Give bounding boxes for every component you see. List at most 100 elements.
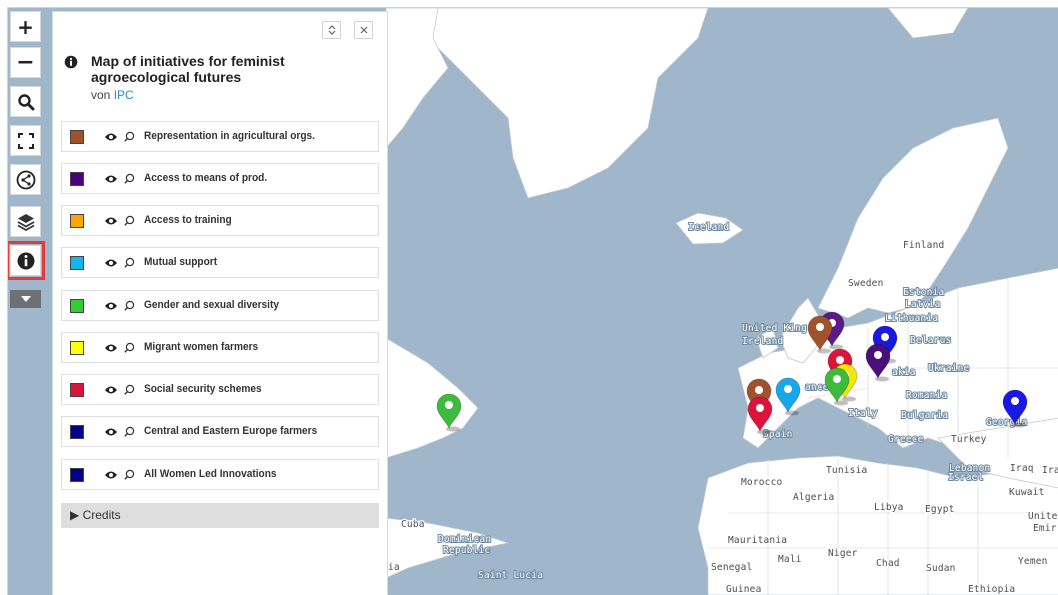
map-label-mauritania: Mauritania — [728, 535, 787, 546]
map-label-tunisia: Tunisia — [826, 465, 867, 476]
layer-label: All Women Led Innovations — [144, 468, 277, 480]
map-label-estonia: Estonia — [903, 287, 944, 298]
map-label-niger: Niger — [828, 548, 858, 559]
share-button[interactable] — [10, 164, 41, 195]
map-label-italy: Italy — [848, 408, 878, 419]
eye-icon[interactable] — [104, 426, 118, 438]
layer-row[interactable]: Social security schemes — [61, 374, 379, 405]
eye-icon[interactable] — [104, 131, 118, 143]
layer-row[interactable]: All Women Led Innovations — [61, 459, 379, 490]
zoom-to-layer-icon[interactable] — [124, 300, 135, 311]
layer-label: Migrant women farmers — [144, 341, 259, 353]
map-label-dominican-2: Republic — [443, 545, 490, 556]
layer-label: Central and Eastern Europe farmers — [144, 425, 318, 437]
zoom-to-layer-icon[interactable] — [124, 215, 135, 226]
panel-close-button[interactable] — [354, 21, 373, 39]
map-label-israel: Israel — [948, 472, 984, 483]
map-label-cuba: Cuba — [401, 519, 425, 530]
layer-row[interactable]: Central and Eastern Europe farmers — [61, 416, 379, 447]
search-icon — [17, 93, 34, 110]
layer-row[interactable]: Migrant women farmers — [61, 332, 379, 363]
eye-icon[interactable] — [104, 342, 118, 354]
layer-color-swatch — [70, 130, 84, 144]
more-controls-button[interactable] — [10, 290, 41, 308]
caret-down-icon — [20, 296, 31, 302]
layer-row[interactable]: Mutual support — [61, 247, 379, 278]
layer-label: Social security schemes — [144, 383, 262, 395]
map-label-kuwait: Kuwait — [1009, 487, 1045, 498]
credits-label: Credits — [82, 508, 121, 522]
map-label-morocco: Morocco — [741, 477, 783, 488]
layers-icon — [17, 213, 34, 231]
layer-row[interactable]: Access to training — [61, 205, 379, 236]
layer-color-swatch — [70, 341, 84, 355]
byline-prefix: von — [91, 88, 111, 102]
fullscreen-button[interactable] — [10, 125, 41, 156]
info-button[interactable] — [8, 241, 45, 280]
map-label-ukraine: Ukraine — [928, 363, 970, 374]
credits-toggle[interactable]: ▶ Credits — [61, 503, 379, 528]
map-label-algeria: Algeria — [793, 492, 834, 503]
zoom-to-layer-icon[interactable] — [124, 426, 135, 437]
info-panel: Map of initiatives for feminist agroecol… — [53, 12, 387, 595]
layer-color-swatch — [70, 256, 84, 270]
zoom-to-layer-icon[interactable] — [124, 257, 135, 268]
map-label-saint-lucia: Saint Lucia — [478, 570, 543, 581]
search-button[interactable] — [10, 86, 41, 117]
map-label-belarus: Belarus — [910, 335, 951, 346]
eye-icon[interactable] — [104, 173, 118, 185]
map-label-greece: Greece — [888, 434, 924, 445]
panel-collapse-button[interactable] — [322, 21, 341, 39]
layer-label: Representation in agricultural orgs. — [144, 130, 315, 142]
map-label-mali: Mali — [778, 554, 802, 565]
map-label-turkey: Turkey — [951, 434, 987, 445]
eye-icon[interactable] — [104, 469, 118, 481]
zoom-to-layer-icon[interactable] — [124, 342, 135, 353]
map-label-iraq: Iraq — [1010, 463, 1034, 474]
map-label-finland: Finland — [903, 240, 944, 251]
layer-row[interactable]: Access to means of prod. — [61, 163, 379, 194]
map-label-uae-2: Emir — [1033, 523, 1057, 534]
chevron-up-down-icon — [328, 25, 335, 35]
map-label-uae-1: Unite — [1028, 511, 1058, 522]
map-label-latvia: Latvia — [905, 299, 941, 310]
map-label-senegal: Senegal — [711, 562, 752, 573]
map-label-lithuania: Lithuania — [885, 313, 938, 324]
eye-icon[interactable] — [104, 215, 118, 227]
layer-color-swatch — [70, 214, 84, 228]
map-label-united-kingdom: United King — [742, 323, 807, 334]
caret-right-icon: ▶ — [70, 508, 80, 522]
map-container[interactable]: Iceland Finland Sweden Estonia Latvia Li… — [7, 7, 1058, 595]
eye-icon[interactable] — [104, 257, 118, 269]
eye-icon[interactable] — [104, 300, 118, 312]
layer-color-swatch — [70, 383, 84, 397]
map-label-ethiopia: Ethiopia — [968, 584, 1015, 595]
map-label-romania: Romania — [906, 390, 947, 401]
info-icon — [64, 55, 78, 69]
share-icon — [16, 170, 35, 189]
layer-color-swatch — [70, 468, 84, 482]
zoom-to-layer-icon[interactable] — [124, 469, 135, 480]
map-label-egypt: Egypt — [925, 504, 955, 515]
layer-row[interactable]: Gender and sexual diversity — [61, 290, 379, 321]
map-label-france: ance — [805, 382, 829, 393]
greenland-land — [427, 8, 709, 199]
layer-label: Access to training — [144, 214, 232, 226]
zoom-in-button[interactable]: + — [10, 11, 41, 42]
zoom-to-layer-icon[interactable] — [124, 384, 135, 395]
eye-icon[interactable] — [104, 384, 118, 396]
map-byline: von IPC — [91, 88, 134, 102]
map-label-ireland: Ireland — [742, 336, 783, 347]
author-link[interactable]: IPC — [114, 88, 134, 102]
zoom-to-layer-icon[interactable] — [124, 173, 135, 184]
map-label-bulgaria: Bulgaria — [901, 410, 948, 421]
map-label-iran: Ira — [1042, 465, 1058, 476]
map-label-sudan: Sudan — [926, 563, 956, 574]
close-icon — [360, 26, 367, 34]
layers-button[interactable] — [10, 206, 41, 237]
zoom-to-layer-icon[interactable] — [124, 131, 135, 142]
layer-label: Gender and sexual diversity — [144, 299, 279, 311]
layer-row[interactable]: Representation in agricultural orgs. — [61, 121, 379, 152]
zoom-out-button[interactable]: − — [10, 47, 41, 78]
layer-label: Mutual support — [144, 256, 218, 268]
